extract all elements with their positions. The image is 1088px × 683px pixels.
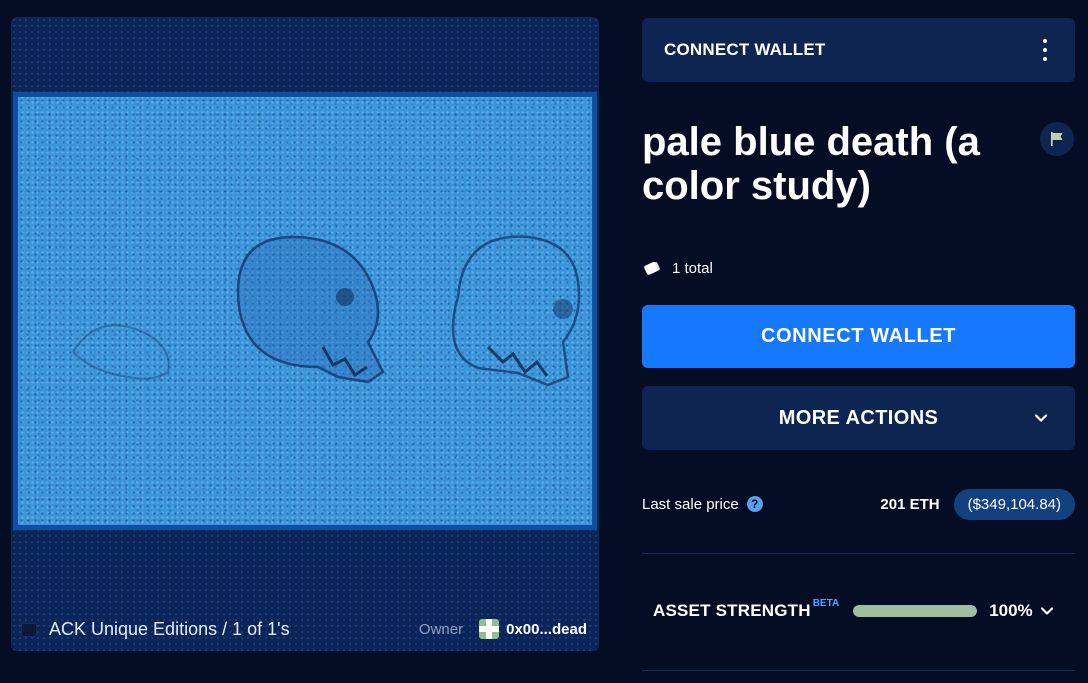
item-title: pale blue death (a color study) <box>642 120 980 208</box>
last-sale-usd-badge: ($349,104.84) <box>953 488 1075 520</box>
collection-link[interactable]: ACK Unique Editions / 1 of 1's <box>49 619 419 640</box>
asset-strength-value: 100% <box>989 601 1033 620</box>
connect-wallet-button[interactable]: CONNECT WALLET <box>642 305 1075 368</box>
ticket-icon <box>644 262 660 275</box>
last-sale-eth: 201 ETH <box>880 495 940 513</box>
edition-info: 1 total <box>642 258 713 278</box>
asset-strength-row[interactable]: ASSET STRENGTH BETA 100% <box>653 596 1068 626</box>
last-sale-label: Last sale price <box>642 495 739 513</box>
last-sale-row: Last sale price ? 201 ETH ($349,104.84) <box>642 487 1075 521</box>
beta-badge: BETA <box>812 598 840 609</box>
edition-count: 1 total <box>672 259 713 277</box>
skull-illustration <box>71 235 581 387</box>
artwork-frame <box>13 92 597 530</box>
help-icon[interactable]: ? <box>746 496 763 512</box>
divider <box>642 553 1075 554</box>
owner-label: Owner <box>418 620 464 638</box>
top-connect-wallet-button[interactable]: CONNECT WALLET <box>664 40 1037 60</box>
chevron-down-icon <box>1034 414 1048 422</box>
divider <box>642 670 1075 671</box>
asset-strength-label: ASSET STRENGTH <box>653 601 811 620</box>
top-connect-wallet-bar: CONNECT WALLET <box>642 18 1075 82</box>
artwork-image[interactable] <box>18 97 592 525</box>
collection-icon <box>21 622 39 637</box>
asset-strength-bar <box>853 605 978 617</box>
artwork-card: ACK Unique Editions / 1 of 1's Owner 0x0… <box>11 17 599 651</box>
kebab-menu-icon[interactable] <box>1037 39 1053 61</box>
chevron-down-icon[interactable] <box>1039 603 1055 619</box>
asset-strength-fill <box>853 605 978 617</box>
more-actions-button[interactable]: MORE ACTIONS <box>642 386 1075 450</box>
artwork-footer: ACK Unique Editions / 1 of 1's Owner 0x0… <box>11 607 599 651</box>
more-actions-label: MORE ACTIONS <box>778 406 939 429</box>
report-flag-button[interactable] <box>1040 122 1074 156</box>
owner-address-link[interactable]: 0x00...dead <box>506 621 587 638</box>
owner-avatar <box>479 619 500 639</box>
flag-icon <box>1051 132 1063 146</box>
